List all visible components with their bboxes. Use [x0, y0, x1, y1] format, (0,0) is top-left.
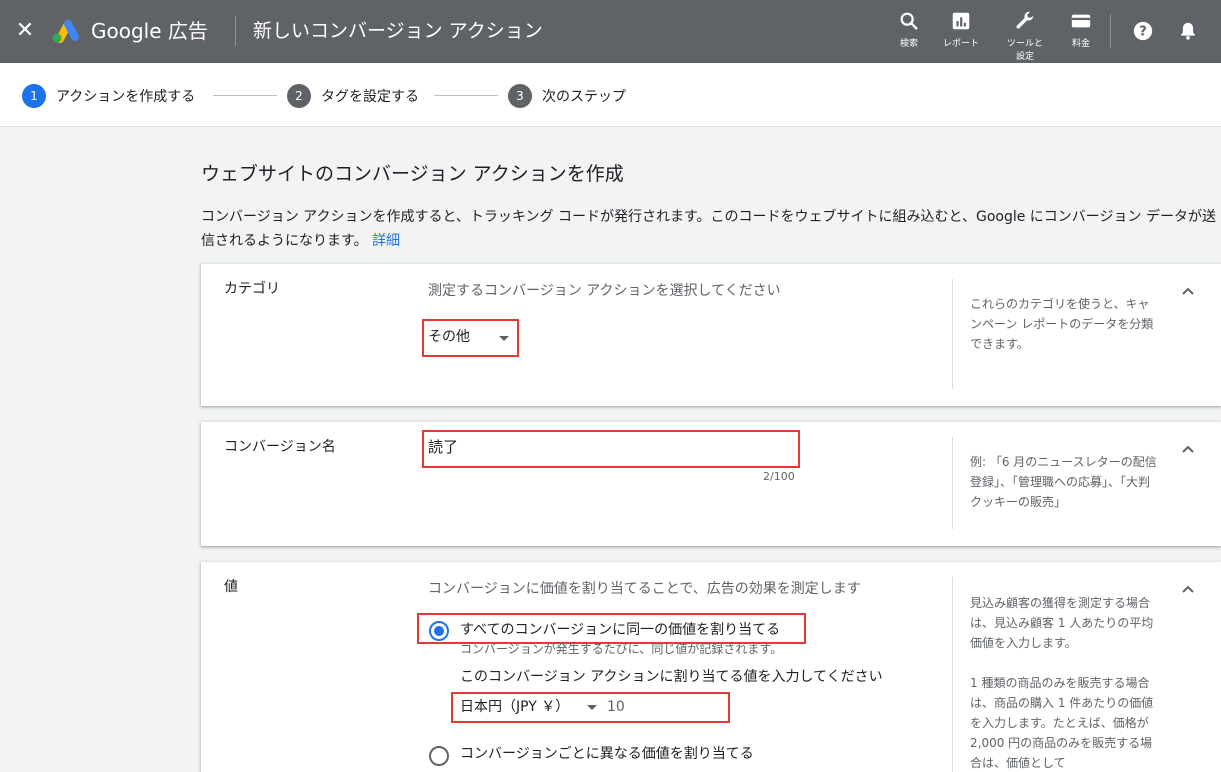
- chevron-down-icon: [499, 336, 509, 341]
- conversion-name-input[interactable]: 読了: [428, 437, 458, 457]
- category-card: カテゴリ 測定するコンバージョン アクションを選択してください その他 これらの…: [201, 264, 1221, 406]
- chevron-up-icon[interactable]: [1178, 579, 1198, 599]
- close-icon[interactable]: ✕: [14, 17, 36, 45]
- intro-text: コンバージョン アクションを作成すると、トラッキング コードが発行されます。この…: [201, 205, 1221, 253]
- value-hint: コンバージョンに価値を割り当てることで、広告の効果を測定します: [428, 581, 861, 597]
- value-amount-input[interactable]: 10: [607, 697, 625, 717]
- conversion-name-label: コンバージョン名: [224, 439, 336, 455]
- step-connector: [213, 95, 277, 96]
- value-help-text: 見込み顧客の獲得を測定する場合は、見込み顧客 1 人あたりの平均価値を入力します…: [970, 596, 1154, 770]
- value-label: 値: [224, 579, 238, 595]
- reports-label: レポート: [942, 39, 979, 49]
- currency-select-value: 日本円（JPY ￥）: [460, 699, 570, 715]
- step-1-label[interactable]: アクションを作成する: [56, 87, 195, 107]
- toolbar-divider: [1110, 14, 1111, 48]
- bar-chart-icon: [952, 12, 970, 30]
- intro-body: コンバージョン アクションを作成すると、トラッキング コードが発行されます。この…: [201, 209, 1216, 249]
- reports-button[interactable]: レポート: [933, 10, 989, 50]
- card-divider: [952, 437, 953, 529]
- conversion-name-card: コンバージョン名 読了 2/100 例: 「6 月のニュースレターの配信登録」、…: [201, 422, 1221, 546]
- brand-divider: [235, 16, 236, 46]
- chevron-up-icon[interactable]: [1178, 281, 1198, 301]
- category-label: カテゴリ: [224, 281, 280, 297]
- help-icon[interactable]: ?: [1132, 20, 1154, 42]
- chevron-up-icon[interactable]: [1178, 439, 1198, 459]
- tools-settings-label: ツールと設定: [1006, 39, 1043, 62]
- value-prompt: このコンバージョン アクションに割り当てる値を入力してください: [460, 669, 883, 685]
- step-3-label[interactable]: 次のステップ: [542, 87, 626, 107]
- credit-card-icon: [1071, 14, 1091, 28]
- category-help-text: これらのカテゴリを使うと、キャンペーン レポートのデータを分類できます。: [970, 297, 1154, 351]
- chevron-down-icon: [587, 705, 597, 710]
- different-value-option-label[interactable]: コンバージョンごとに異なる価値を割り当てる: [460, 744, 754, 764]
- step-3-number: 3: [508, 84, 532, 108]
- different-value-radio[interactable]: [429, 746, 449, 766]
- same-value-option-label[interactable]: すべてのコンバージョンに同一の価値を割り当てる: [460, 620, 780, 640]
- top-bar: ✕ Google 広告 新しいコンバージョン アクション 検索 レポート ツール…: [0, 0, 1221, 63]
- card-divider: [952, 577, 953, 772]
- section-heading: ウェブサイトのコンバージョン アクションを作成: [201, 163, 624, 185]
- category-select-value: その他: [428, 329, 470, 345]
- same-value-option-description: コンバージョンが発生するたびに、同じ値が記録されます。: [460, 642, 783, 656]
- billing-button[interactable]: 料金: [1053, 10, 1109, 50]
- search-button[interactable]: 検索: [881, 10, 937, 50]
- step-connector: [434, 95, 498, 96]
- brand-name: Google 広告: [91, 19, 208, 43]
- learn-more-link[interactable]: 詳細: [372, 233, 400, 249]
- step-1-number: 1: [22, 84, 46, 108]
- page-title: 新しいコンバージョン アクション: [253, 20, 543, 42]
- step-2-label[interactable]: タグを設定する: [321, 87, 419, 107]
- bell-icon[interactable]: [1177, 20, 1199, 42]
- conversion-name-help-text: 例: 「6 月のニュースレターの配信登録」、「管理職への応募」、「大判クッキーの…: [970, 455, 1157, 509]
- billing-label: 料金: [1071, 39, 1090, 49]
- value-card: 値 コンバージョンに価値を割り当てることで、広告の効果を測定します すべてのコン…: [201, 562, 1221, 772]
- same-value-radio[interactable]: [429, 621, 449, 641]
- svg-text:?: ?: [1139, 25, 1146, 40]
- search-label: 検索: [899, 39, 918, 49]
- wrench-icon: [1016, 11, 1034, 29]
- character-counter: 2/100: [763, 470, 795, 483]
- step-2-number: 2: [287, 84, 311, 108]
- search-icon: [900, 12, 918, 30]
- conversion-name-highlight: [422, 430, 800, 468]
- stepper: 1 アクションを作成する 2 タグを設定する 3 次のステップ: [0, 63, 1221, 127]
- category-hint: 測定するコンバージョン アクションを選択してください: [428, 283, 781, 299]
- card-divider: [952, 279, 953, 389]
- tools-settings-button[interactable]: ツールと設定: [997, 10, 1053, 64]
- google-ads-logo-icon: [52, 20, 79, 43]
